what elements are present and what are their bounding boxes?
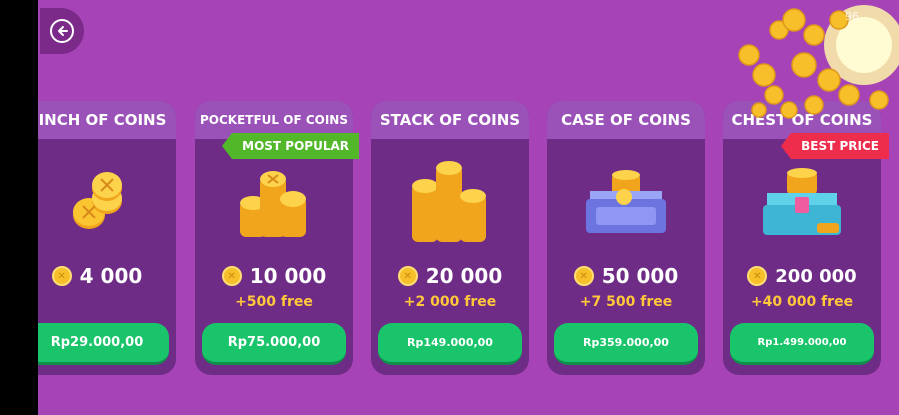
bonus-text: +7 500 free — [579, 294, 673, 310]
coin-amount-value: 50 000 — [601, 264, 679, 288]
package-card-chest: CHEST OF COINS BEST PRICE ✕ 200 000 +40 … — [723, 101, 889, 375]
coin-icon: ✕ — [747, 266, 768, 286]
buy-button[interactable]: Rp1.499.000,00 — [730, 323, 874, 365]
coin-amount: ✕ 4 000 — [38, 261, 176, 291]
small-coin-stack-icon — [38, 153, 176, 253]
buy-button[interactable]: Rp359.000,00 — [554, 323, 698, 365]
bonus-text: +2 000 free — [403, 294, 497, 310]
buy-button[interactable]: Rp29.000,00 — [38, 323, 169, 365]
coin-icon: ✕ — [51, 266, 72, 286]
package-title: STACK OF COINS — [371, 101, 529, 139]
top-counter: 96 — [845, 10, 859, 23]
package-card-pinch: PINCH OF COINS ✕ 4 000 Rp29.000,00 — [38, 101, 176, 375]
bonus-text: +40 000 free — [750, 294, 854, 310]
back-button[interactable] — [40, 8, 84, 54]
coin-amount-value: 4 000 — [79, 264, 143, 288]
coin-icon: ✕ — [221, 266, 242, 286]
package-card-case: CASE OF COINS ✕ 50 000 +7 500 free Rp359… — [547, 101, 705, 375]
shop-screen: PINCH OF COINS ✕ 4 000 Rp29.000,00 POCKE… — [38, 0, 899, 415]
coin-icon: ✕ — [397, 266, 418, 286]
package-title: CASE OF COINS — [547, 101, 705, 139]
treasure-chest-icon — [723, 153, 881, 253]
coin-amount-value: 20 000 — [425, 264, 503, 288]
buy-button[interactable]: Rp75.000,00 — [202, 323, 346, 365]
coin-amount: ✕ 200 000 — [723, 261, 881, 291]
coin-amount: ✕ 20 000 — [371, 261, 529, 291]
buy-button[interactable]: Rp149.000,00 — [378, 323, 522, 365]
coin-stacks-icon — [195, 153, 353, 253]
coin-icon: ✕ — [573, 266, 594, 286]
package-title: PINCH OF COINS — [38, 101, 176, 139]
package-card-stack: STACK OF COINS ✕ 20 000 +2 000 free Rp14… — [371, 101, 529, 375]
bonus-text: +500 free — [235, 294, 313, 310]
bonus-text — [38, 294, 176, 312]
coin-amount: ✕ 50 000 — [547, 261, 705, 291]
package-card-pocketful: POCKETFUL OF COINS MOST POPULAR ✕ 10 000… — [195, 101, 359, 375]
tall-coin-stacks-icon — [371, 153, 529, 253]
coin-amount: ✕ 10 000 — [195, 261, 353, 291]
coin-amount-value: 200 000 — [775, 265, 857, 287]
coin-amount-value: 10 000 — [249, 264, 327, 288]
coin-case-icon — [547, 153, 705, 253]
back-arrow-icon — [50, 19, 74, 43]
